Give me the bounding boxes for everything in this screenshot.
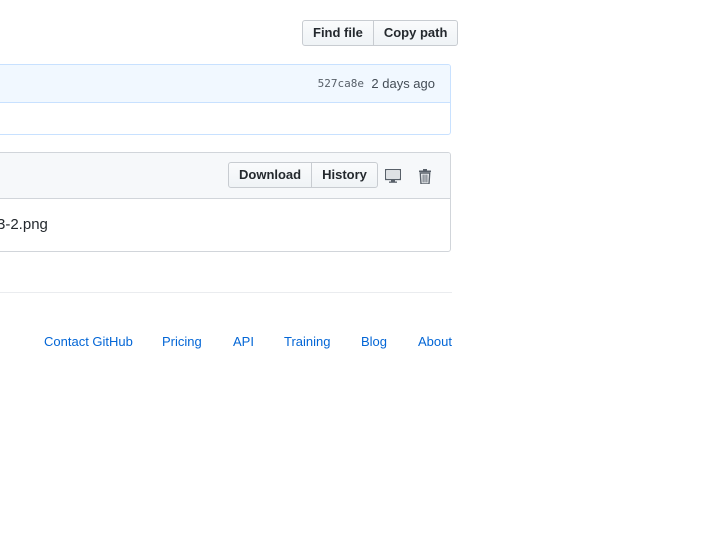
footer-links: Contact GitHub Pricing API Training Blog… bbox=[0, 334, 452, 352]
footer-link-api[interactable]: API bbox=[233, 334, 254, 349]
commit-relative-time: 2 days ago bbox=[371, 76, 435, 91]
footer-link-about[interactable]: About bbox=[418, 334, 452, 349]
download-button[interactable]: Download bbox=[228, 162, 313, 188]
commit-sha-link[interactable]: 527ca8e bbox=[318, 77, 364, 90]
history-button[interactable]: History bbox=[311, 162, 378, 188]
file-name-text: 3-2.png bbox=[0, 216, 48, 233]
trash-icon[interactable] bbox=[415, 166, 435, 186]
commit-header: 527ca8e 2 days ago bbox=[0, 65, 450, 103]
footer-link-training[interactable]: Training bbox=[284, 334, 330, 349]
find-file-button[interactable]: Find file bbox=[302, 20, 374, 46]
desktop-icon[interactable] bbox=[383, 166, 403, 186]
file-viewer: Download History 3-2.png bbox=[0, 152, 451, 252]
footer-link-pricing[interactable]: Pricing bbox=[162, 334, 202, 349]
copy-path-button[interactable]: Copy path bbox=[372, 20, 459, 46]
file-header: Download History bbox=[0, 153, 450, 199]
commit-tease: 527ca8e 2 days ago bbox=[0, 64, 451, 135]
footer-link-contact[interactable]: Contact GitHub bbox=[44, 334, 133, 349]
footer-link-blog[interactable]: Blog bbox=[361, 334, 387, 349]
footer-divider bbox=[0, 292, 452, 293]
file-navigation: Find file Copy path bbox=[302, 20, 459, 46]
file-actions: Download History bbox=[228, 162, 378, 188]
